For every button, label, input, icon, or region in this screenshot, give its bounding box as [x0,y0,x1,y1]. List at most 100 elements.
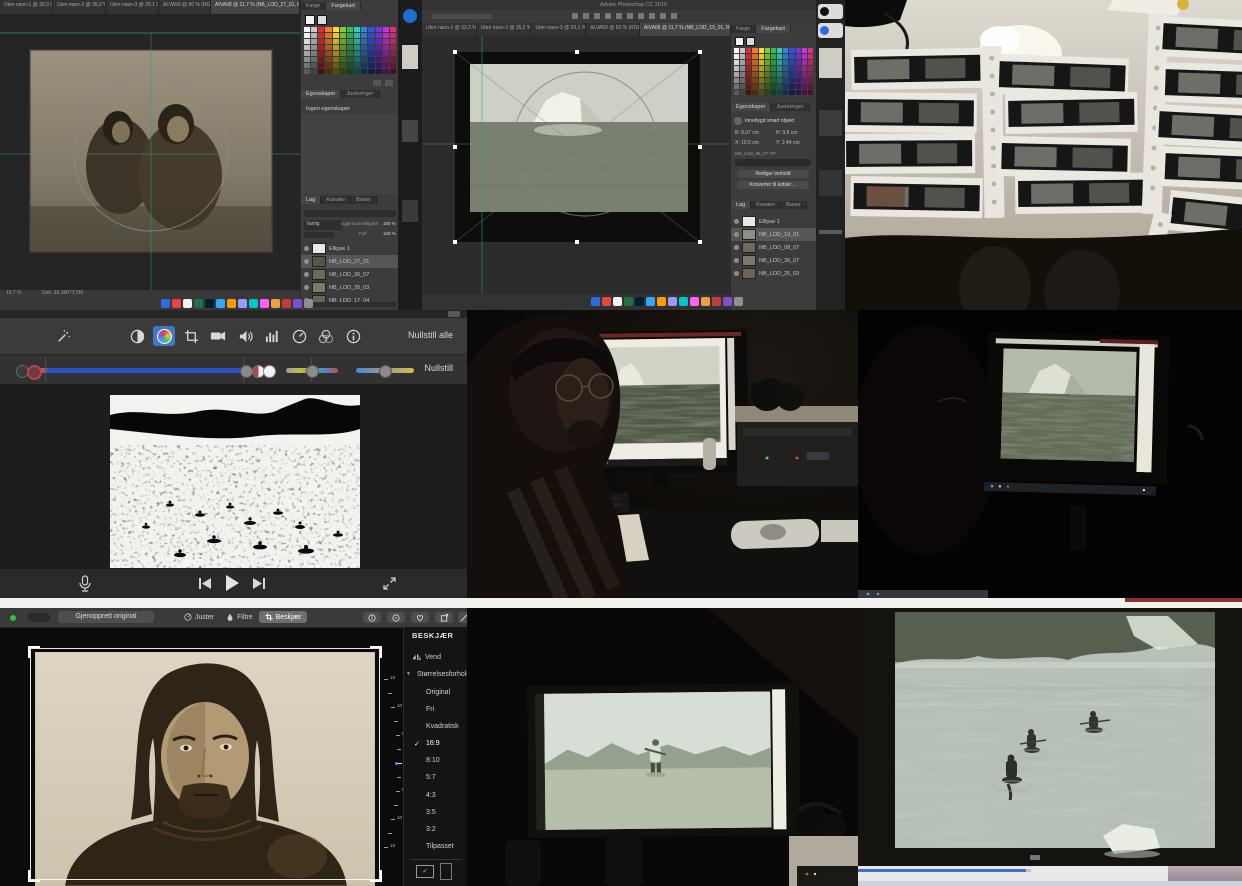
layer-row[interactable]: NB_LOD_25_03 [301,281,399,294]
color-swatch[interactable] [789,90,794,95]
color-swatch[interactable] [740,66,745,71]
color-swatch[interactable] [376,27,382,32]
color-swatch[interactable] [340,51,346,56]
color-swatch[interactable] [734,48,739,53]
tab-farge[interactable]: Farge [301,2,326,10]
color-swatch[interactable] [311,27,317,32]
dock-app-icon[interactable] [723,297,732,306]
color-swatch[interactable] [361,39,367,44]
edit-contents-button[interactable]: Rediger innhold [737,170,809,178]
dock-app-icon[interactable] [701,297,710,306]
tab-egenskaper[interactable]: Egenskaper [731,103,771,111]
color-swatch[interactable] [383,39,389,44]
color-swatch[interactable] [383,57,389,62]
color-swatch[interactable] [759,78,764,83]
swatch-grid[interactable] [304,27,396,74]
color-swatch[interactable] [340,57,346,62]
color-swatch[interactable] [340,69,346,74]
auto-enhance-wand-icon[interactable] [52,326,74,346]
color-swatch[interactable] [361,51,367,56]
dock-app-icon[interactable] [249,299,258,308]
color-swatch[interactable] [771,60,776,65]
color-swatch[interactable] [802,78,807,83]
document-tab[interactable]: Uten navn-3 @ 29,1 % ... [531,23,586,36]
color-swatch[interactable] [759,84,764,89]
orientation-portrait-button[interactable] [440,863,452,880]
white-point-handle[interactable] [263,365,276,378]
eye-icon[interactable] [304,259,309,264]
color-swatch[interactable] [789,48,794,53]
dock-app-icon[interactable] [657,297,666,306]
dock-app-icon[interactable] [172,299,181,308]
eye-icon[interactable] [734,245,739,250]
dock-app-icon[interactable] [646,297,655,306]
color-swatch[interactable] [796,60,801,65]
color-swatch[interactable] [376,63,382,68]
color-swatch[interactable] [789,78,794,83]
color-swatch[interactable] [368,63,374,68]
color-swatch[interactable] [777,54,782,59]
aspect-option[interactable]: 4:3 [426,792,436,799]
auto-enhance-wand-button[interactable] [458,612,467,623]
color-swatch[interactable] [771,72,776,77]
color-swatch[interactable] [311,63,317,68]
dock-app-icon[interactable] [624,297,633,306]
tab-juster[interactable]: Juster [178,611,220,623]
color-swatch[interactable] [347,33,353,38]
color-swatch[interactable] [347,57,353,62]
color-swatch[interactable] [734,84,739,89]
color-swatch[interactable] [746,84,751,89]
color-swatch[interactable] [361,33,367,38]
aspect-option[interactable]: 5:7 [426,774,436,781]
color-swatch[interactable] [759,54,764,59]
color-swatch[interactable] [789,84,794,89]
color-swatch[interactable] [304,33,310,38]
dock-app-icon[interactable] [690,297,699,306]
color-swatch[interactable] [752,72,757,77]
foreground-color-swatch[interactable] [305,15,315,25]
color-swatch[interactable] [368,45,374,50]
color-swatch[interactable] [383,69,389,74]
color-swatch[interactable] [734,66,739,71]
color-swatch[interactable] [325,51,331,56]
eye-icon[interactable] [734,219,739,224]
color-swatch[interactable] [325,57,331,62]
color-swatch[interactable] [340,27,346,32]
layer-row-selected[interactable]: NB_LOD_19_01 [731,228,816,241]
color-swatch[interactable] [311,39,317,44]
previous-frame-icon[interactable] [198,577,212,590]
aspect-option-selected[interactable]: 16:9 [426,740,440,747]
volume-icon[interactable] [234,326,256,346]
dock-app-icon[interactable] [194,299,203,308]
color-swatch[interactable] [318,51,324,56]
fullscreen-icon[interactable] [382,576,397,591]
color-swatch[interactable] [771,66,776,71]
color-swatch[interactable] [808,90,813,95]
filename-input[interactable] [735,159,811,166]
color-swatch[interactable] [783,72,788,77]
notification-card[interactable] [818,23,843,38]
tab-kanaler[interactable]: Kanaler [321,196,351,204]
dock-app-icon[interactable] [183,299,192,308]
tab-filtre[interactable]: Filtre [220,611,259,623]
eye-icon[interactable] [734,258,739,263]
color-swatch[interactable] [765,90,770,95]
color-swatch[interactable] [318,57,324,62]
color-swatch[interactable] [796,66,801,71]
color-swatch[interactable] [383,27,389,32]
color-swatch[interactable] [740,54,745,59]
color-swatch[interactable] [789,66,794,71]
info-icon[interactable] [342,326,364,346]
dock-app-icon[interactable] [304,299,313,308]
color-swatch[interactable] [333,51,339,56]
tab-baner[interactable]: Baner [351,196,377,204]
color-swatch[interactable] [783,84,788,89]
layer-row[interactable]: Ellipse 1 [731,215,816,228]
color-swatch[interactable] [746,60,751,65]
color-swatch[interactable] [765,54,770,59]
color-swatch[interactable] [789,60,794,65]
color-swatch[interactable] [777,66,782,71]
color-swatch[interactable] [802,54,807,59]
color-swatch[interactable] [808,84,813,89]
crop-handle-bottomright[interactable] [370,870,382,882]
